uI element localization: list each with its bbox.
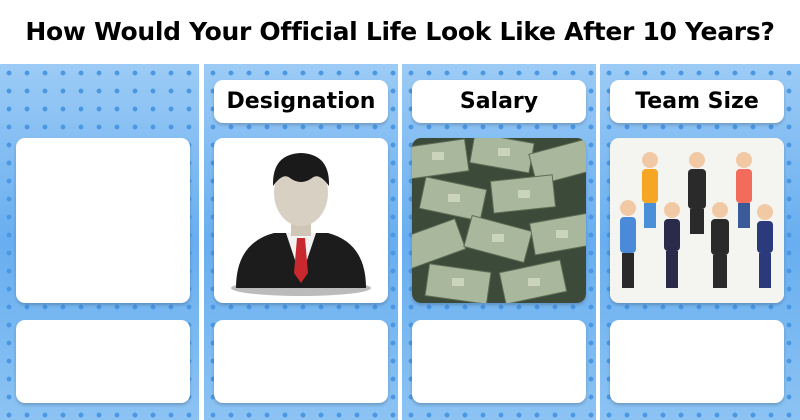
money-stacks-image bbox=[412, 138, 586, 303]
answer-box-3[interactable] bbox=[412, 320, 586, 403]
column-designation: Designation bbox=[204, 64, 398, 420]
designation-label: Designation bbox=[214, 80, 388, 123]
column-blank bbox=[0, 64, 199, 420]
salary-label: Salary bbox=[412, 80, 586, 123]
businessman-icon bbox=[214, 138, 388, 303]
team-size-label: Team Size bbox=[610, 80, 784, 123]
answer-box-2[interactable] bbox=[214, 320, 388, 403]
blank-image-card bbox=[16, 138, 190, 303]
column-team-size: Team Size bbox=[600, 64, 800, 420]
team-people-image bbox=[610, 138, 784, 303]
answer-box-1[interactable] bbox=[16, 320, 190, 403]
quiz-title: How Would Your Official Life Look Like A… bbox=[25, 16, 775, 46]
column-salary: Salary bbox=[402, 64, 596, 420]
answer-box-4[interactable] bbox=[610, 320, 784, 403]
